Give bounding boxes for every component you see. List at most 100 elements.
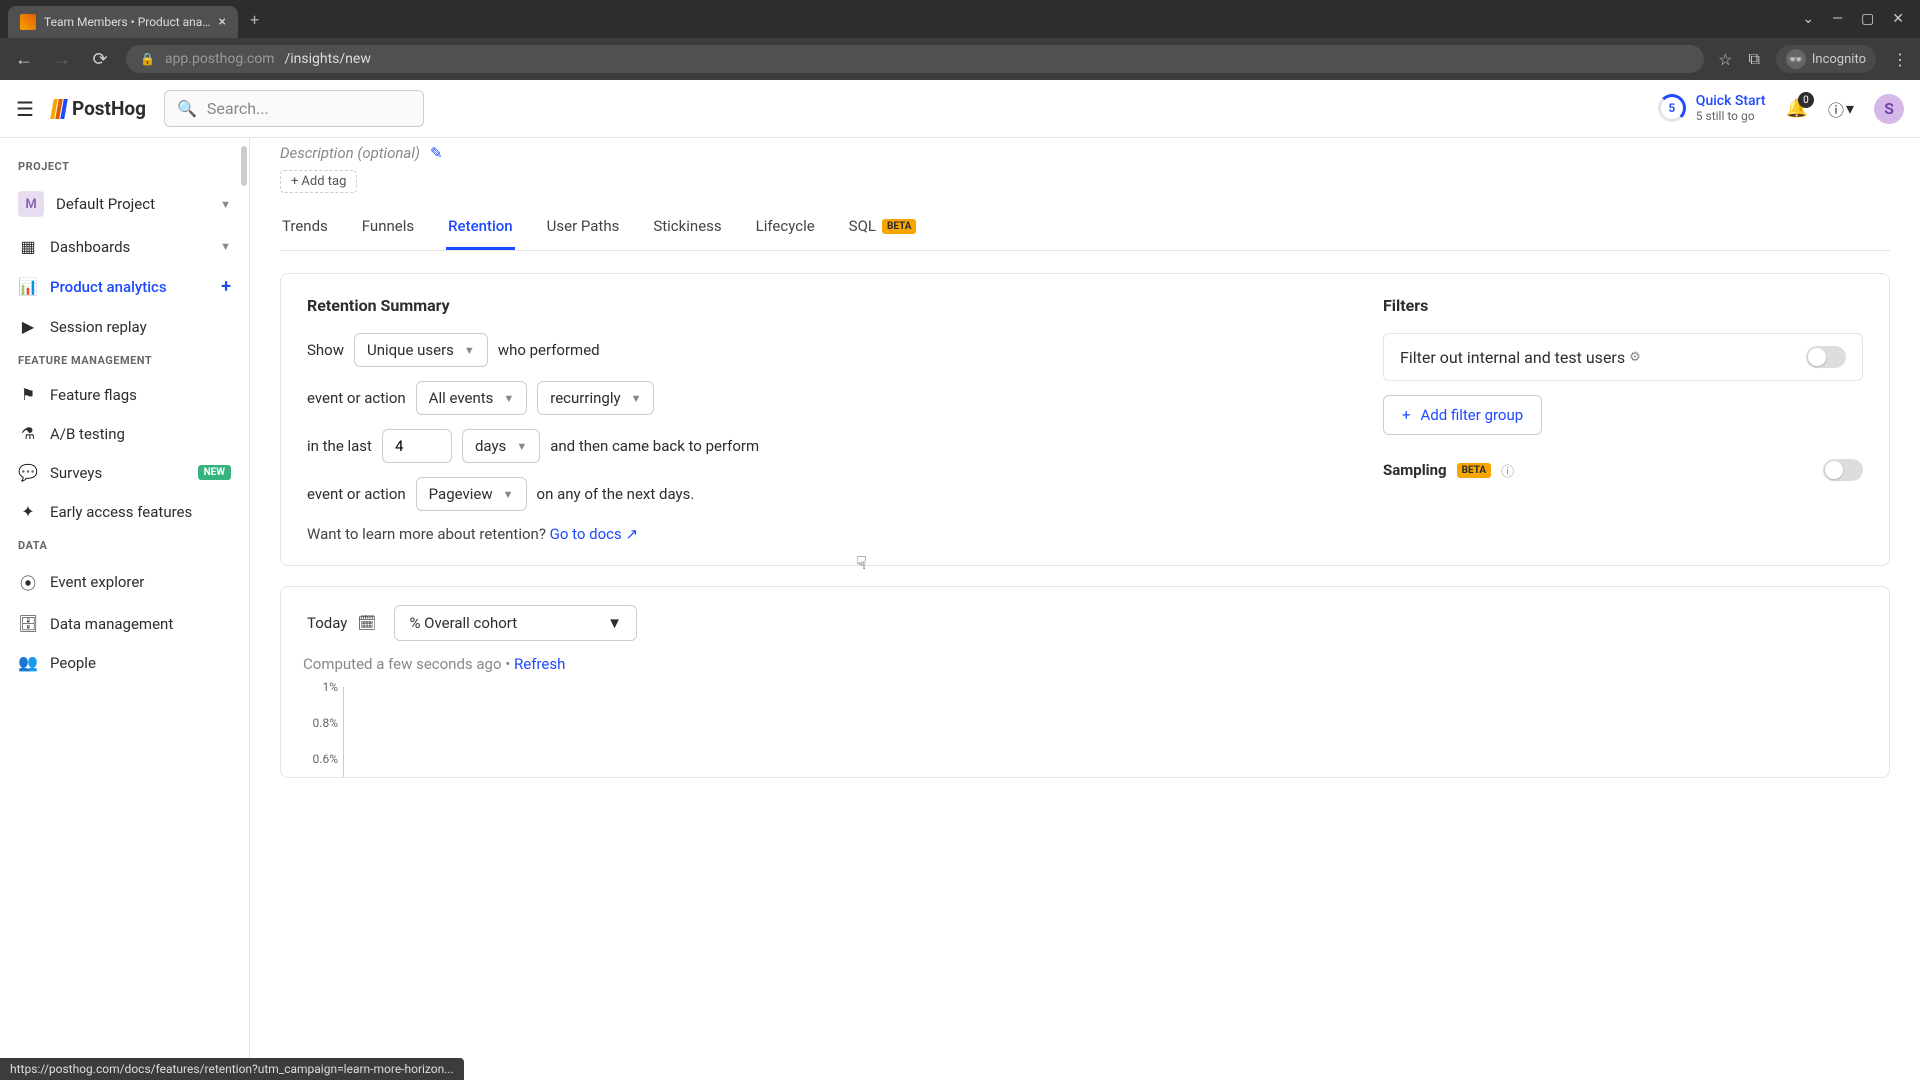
reload-icon[interactable]: ⟳ — [88, 49, 112, 70]
quick-start-button[interactable]: 5 Quick Start 5 still to go — [1658, 94, 1766, 123]
users-dropdown[interactable]: Unique users▼ — [354, 333, 488, 367]
tab-title: Team Members • Product analyt — [44, 15, 211, 29]
tab-lifecycle[interactable]: Lifecycle — [754, 209, 817, 250]
label-on-any: on any of the next days. — [537, 485, 695, 503]
quick-start-title: Quick Start — [1696, 94, 1766, 109]
sidebar-section-feature: FEATURE MANAGEMENT — [0, 346, 249, 375]
scrollbar[interactable] — [241, 146, 247, 186]
window-controls: ⌄ ― ▢ ✕ — [1802, 11, 1912, 27]
chevron-down-icon: ▼ — [503, 488, 514, 501]
recurring-dropdown[interactable]: recurringly▼ — [537, 381, 654, 415]
y-tick: 1% — [304, 680, 338, 694]
sidebar-item-early[interactable]: ✦ Early access features — [0, 492, 249, 531]
help-icon: ⓘ — [1828, 97, 1844, 121]
chevron-down-icon: ▼ — [220, 198, 231, 211]
sidebar-item-replay[interactable]: ▶ Session replay — [0, 307, 249, 346]
browser-tab-bar: Team Members • Product analyt × + ⌄ ― ▢ … — [0, 0, 1920, 38]
posthog-logo[interactable]: PostHog — [52, 97, 146, 120]
address-bar[interactable]: 🔒 app.posthog.com/insights/new — [126, 45, 1704, 73]
events-dropdown[interactable]: All events▼ — [416, 381, 528, 415]
chevron-down-icon: ▼ — [220, 240, 231, 253]
browser-tab[interactable]: Team Members • Product analyt × — [8, 6, 238, 38]
chart-icon: 📊 — [18, 277, 38, 296]
filters-title: Filters — [1383, 296, 1863, 315]
add-filter-group-button[interactable]: + Add filter group — [1383, 395, 1542, 435]
install-icon[interactable]: ⧉ — [1748, 49, 1759, 69]
config-panel: Retention Summary Show Unique users▼ who… — [280, 273, 1890, 566]
add-tag-button[interactable]: + Add tag — [280, 170, 357, 193]
plus-icon[interactable]: + — [221, 276, 231, 297]
close-window-icon[interactable]: ✕ — [1892, 11, 1904, 27]
sampling-label: Sampling — [1383, 461, 1447, 479]
user-avatar[interactable]: S — [1874, 94, 1904, 124]
sidebar-item-label: Early access features — [50, 503, 192, 521]
sidebar-section-data: DATA — [0, 531, 249, 560]
sidebar-item-label: People — [50, 654, 96, 672]
database-icon: 🗄 — [18, 614, 38, 633]
return-event-dropdown[interactable]: Pageview▼ — [416, 477, 527, 511]
menu-icon[interactable]: ⋮ — [1892, 50, 1908, 69]
people-icon: 👥 — [18, 653, 38, 672]
close-icon[interactable]: × — [219, 14, 226, 30]
tab-paths[interactable]: User Paths — [545, 209, 622, 250]
retention-summary-title: Retention Summary — [307, 296, 1323, 315]
cohort-dropdown[interactable]: % Overall cohort ▼ — [394, 605, 637, 641]
sidebar-item-analytics[interactable]: 📊 Product analytics + — [0, 266, 249, 307]
tab-retention[interactable]: Retention — [446, 209, 515, 250]
internal-toggle[interactable] — [1806, 346, 1846, 368]
refresh-link[interactable]: Refresh — [514, 655, 565, 673]
forward-icon: → — [50, 49, 74, 70]
tab-stickiness[interactable]: Stickiness — [651, 209, 723, 250]
sidebar-item-flags[interactable]: ⚑ Feature flags — [0, 375, 249, 414]
description-row[interactable]: Description (optional) ✎ — [280, 144, 1890, 162]
sidebar-item-dashboards[interactable]: ▦ Dashboards ▼ — [0, 227, 249, 266]
sidebar-item-surveys[interactable]: 💬 Surveys NEW — [0, 453, 249, 492]
date-button[interactable]: Today 🗓 — [303, 608, 380, 638]
help-button[interactable]: ⓘ ▾ — [1828, 97, 1854, 121]
minimize-icon[interactable]: ― — [1832, 11, 1843, 27]
new-tab-button[interactable]: + — [250, 10, 259, 29]
sidebar-item-label: Surveys — [50, 464, 102, 482]
sidebar-item-people[interactable]: 👥 People — [0, 643, 249, 682]
learn-more-text: Want to learn more about retention? Go t… — [307, 525, 1323, 543]
search-input[interactable]: 🔍 Search... — [164, 90, 424, 127]
chevron-down-icon: ▼ — [516, 440, 527, 453]
sidebar-item-label: Feature flags — [50, 386, 137, 404]
maximize-icon[interactable]: ▢ — [1861, 11, 1874, 27]
sampling-toggle[interactable] — [1823, 459, 1863, 481]
docs-link[interactable]: Go to docs ↗ — [550, 525, 638, 543]
lock-icon: 🔒 — [140, 52, 155, 66]
period-input[interactable] — [382, 429, 452, 463]
beta-badge: BETA — [882, 219, 917, 234]
flag-icon: ⚑ — [18, 385, 38, 404]
tab-trends[interactable]: Trends — [280, 209, 330, 250]
project-selector[interactable]: M Default Project ▼ — [0, 181, 249, 227]
tab-funnels[interactable]: Funnels — [360, 209, 416, 250]
bookmark-icon[interactable]: ☆ — [1718, 50, 1732, 69]
sidebar-item-ab[interactable]: ⚗ A/B testing — [0, 414, 249, 453]
info-icon[interactable]: ⓘ — [1501, 461, 1514, 480]
sidebar-item-explorer[interactable]: ⦿ Event explorer — [0, 560, 249, 604]
sidebar-item-label: A/B testing — [50, 425, 125, 443]
edit-icon[interactable]: ✎ — [430, 144, 443, 162]
label-event-or-action-2: event or action — [307, 485, 406, 503]
hamburger-icon[interactable]: ☰ — [16, 97, 34, 121]
beta-badge: BETA — [1457, 463, 1492, 478]
plus-icon: + — [291, 174, 298, 189]
search-icon: 🔍 — [177, 99, 197, 118]
filter-label: Filter out internal and test users — [1400, 348, 1625, 367]
description-placeholder: Description (optional) — [280, 144, 420, 162]
incognito-label: Incognito — [1812, 52, 1866, 67]
incognito-badge[interactable]: 🕶 Incognito — [1776, 45, 1876, 73]
logo-icon — [52, 99, 66, 119]
chevron-down-icon[interactable]: ⌄ — [1802, 11, 1814, 27]
tab-sql[interactable]: SQL BETA — [847, 209, 919, 250]
sparkle-icon: ✦ — [18, 502, 38, 521]
period-unit-dropdown[interactable]: days▼ — [462, 429, 540, 463]
app-header: ☰ PostHog 🔍 Search... 5 Quick Start 5 st… — [0, 80, 1920, 138]
notifications-button[interactable]: 🔔 0 — [1786, 98, 1808, 119]
gear-icon[interactable]: ⚙ — [1629, 350, 1641, 365]
sidebar-item-datamgmt[interactable]: 🗄 Data management — [0, 604, 249, 643]
back-icon[interactable]: ← — [12, 49, 36, 70]
tab-favicon-icon — [20, 14, 36, 30]
